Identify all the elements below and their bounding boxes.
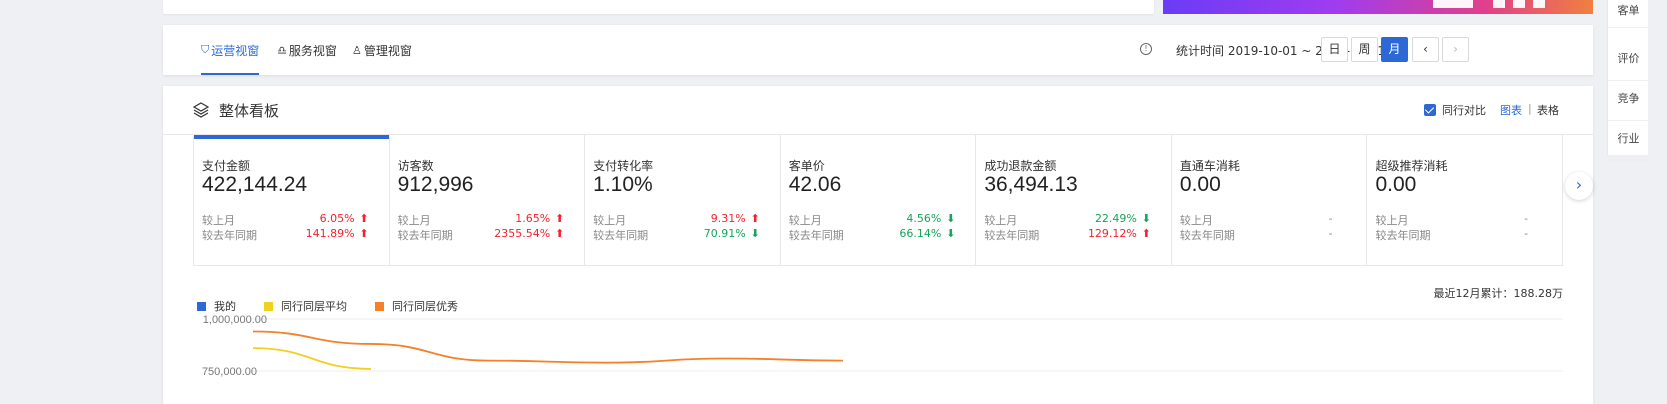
side-item-industry[interactable]: 行业 xyxy=(1608,121,1649,161)
tab-service-label: 服务视窗 xyxy=(288,43,337,58)
tab-operations-label: 运营视窗 xyxy=(211,43,260,58)
shield-icon: ⛉ xyxy=(201,43,210,56)
series-line xyxy=(252,347,372,370)
y-tick-label: 750,000.00 xyxy=(202,366,257,378)
tab-service[interactable]: ♎ 服务视窗 xyxy=(277,25,337,75)
series-line xyxy=(252,330,844,364)
y-tick-label: 1,000,000.00 xyxy=(203,314,267,326)
overall-board-card: 整体看板 同行对比 图表 | 表格 支付金额 422,144.24 较上月 6.05%… xyxy=(163,86,1593,404)
top-card xyxy=(163,0,1154,14)
headset-icon: ♎ xyxy=(277,43,287,57)
side-nav-panel: 客单 评价 竞争 行业 xyxy=(1607,0,1649,161)
tab-management[interactable]: ♙ 管理视窗 xyxy=(352,25,412,75)
side-item-reviews[interactable]: 评价 xyxy=(1608,41,1649,81)
tab-management-label: 管理视窗 xyxy=(363,43,412,58)
info-icon[interactable]: ! xyxy=(1140,43,1152,55)
tab-operations[interactable]: ⛉ 运营视窗 xyxy=(201,25,260,75)
trend-chart: 1,000,000.00 750,000.00 xyxy=(202,314,1563,378)
promo-banner[interactable] xyxy=(1163,0,1593,14)
view-nav-bar: ⛉ 运营视窗 ♎ 服务视窗 ♙ 管理视窗 ! 统计时间 2019-10-01 ~… xyxy=(163,25,1593,75)
next-metrics-button[interactable]: › xyxy=(1565,172,1593,200)
next-period-button[interactable]: › xyxy=(1442,37,1469,62)
side-item-unit-price[interactable]: 客单 xyxy=(1608,0,1649,28)
period-week-button[interactable]: 周 xyxy=(1351,37,1378,62)
person-icon: ♙ xyxy=(352,43,362,57)
side-item-competition[interactable]: 竞争 xyxy=(1608,81,1649,121)
period-day-button[interactable]: 日 xyxy=(1321,37,1348,62)
prev-period-button[interactable]: ‹ xyxy=(1412,37,1439,62)
period-month-button[interactable]: 月 xyxy=(1381,37,1408,62)
